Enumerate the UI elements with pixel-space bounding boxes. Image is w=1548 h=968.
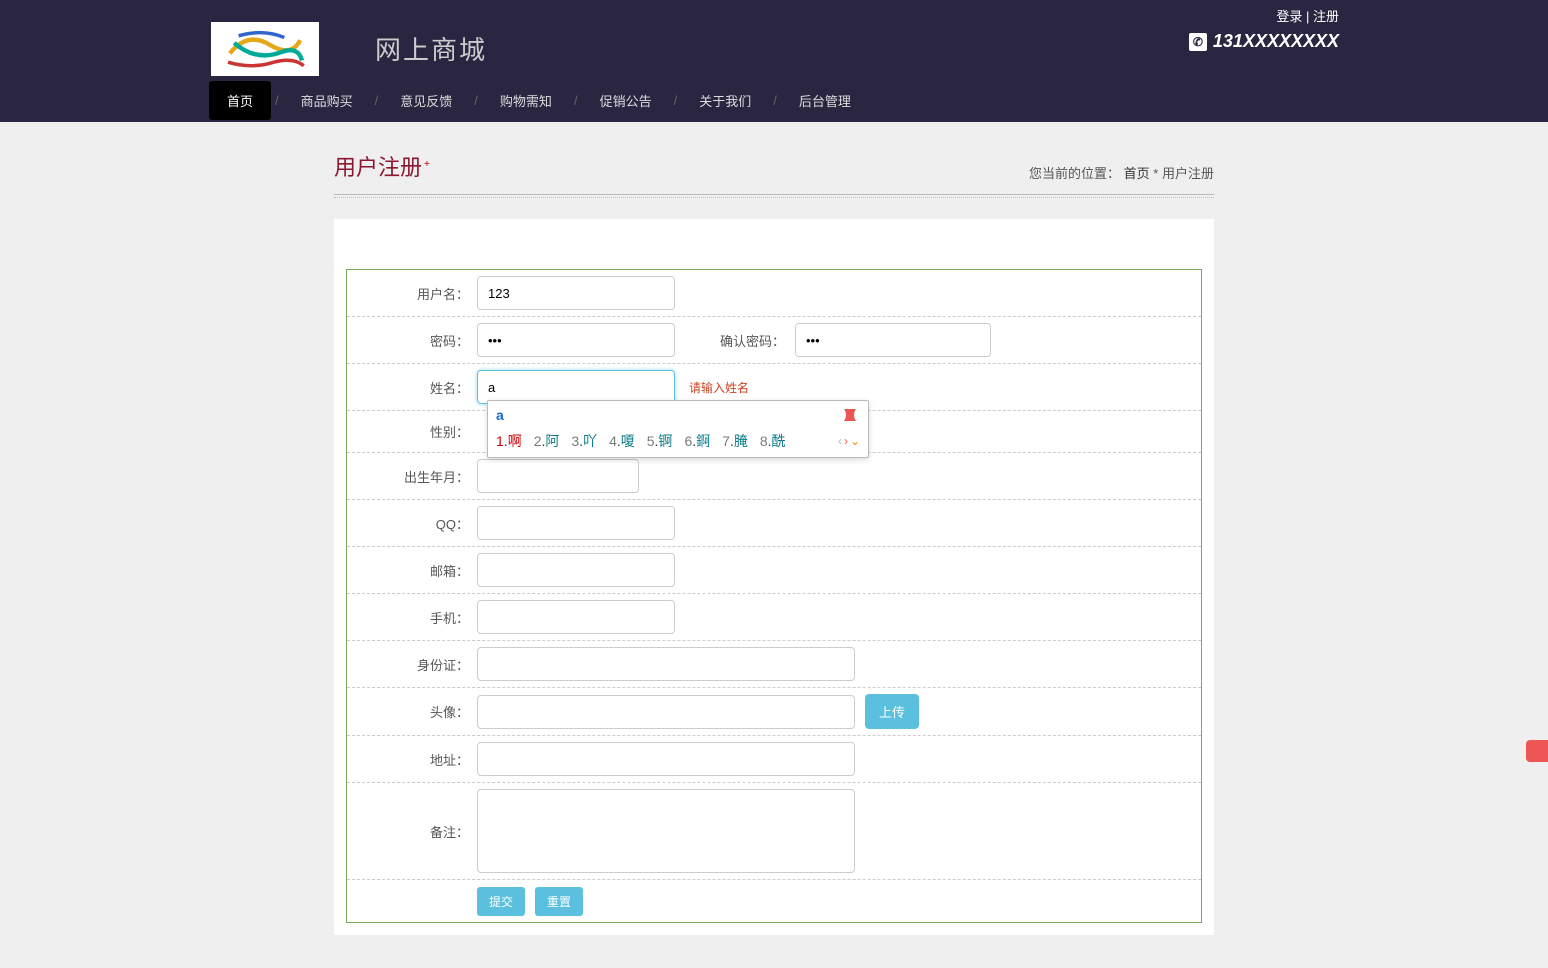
nav-home[interactable]: 首页 — [209, 81, 271, 120]
ime-popup: a 1.啊 2.阿 3.吖 4.嗄 5.锕 6.錒 7.腌 8.酰 ‹ — [487, 400, 869, 458]
address-input[interactable] — [477, 742, 855, 776]
header: 网上商城 登录 | 注册 ✆ 131XXXXXXXX 首页 / 商品购买 / 意… — [0, 0, 1548, 122]
page-title: 用户注册+ — [334, 150, 430, 182]
login-link[interactable]: 登录 — [1276, 9, 1302, 24]
phone-icon: ✆ — [1189, 33, 1207, 51]
birthday-input[interactable] — [477, 459, 639, 493]
label-address: 地址： — [347, 750, 477, 769]
label-idcard: 身份证： — [347, 655, 477, 674]
breadcrumb: 您当前的位置： 首页 * 用户注册 — [1029, 163, 1214, 182]
label-password: 密码： — [347, 331, 477, 350]
remark-textarea[interactable] — [477, 789, 855, 873]
password-input[interactable] — [477, 323, 675, 357]
page-title-row: 用户注册+ 您当前的位置： 首页 * 用户注册 — [334, 150, 1214, 195]
ime-candidate[interactable]: 7.腌 — [722, 431, 748, 451]
password-confirm-input[interactable] — [795, 323, 991, 357]
ime-next-icon[interactable]: › — [844, 434, 848, 448]
nav-promo[interactable]: 促销公告 — [582, 81, 670, 120]
label-realname: 姓名： — [347, 378, 477, 397]
email-input[interactable] — [477, 553, 675, 587]
ime-expand-icon[interactable]: ⌄ — [850, 434, 860, 448]
logo-icon — [220, 27, 310, 71]
main-nav: 首页 / 商品购买 / 意见反馈 / 购物需知 / 促销公告 / 关于我们 / … — [209, 78, 1339, 122]
upload-button[interactable]: 上传 — [865, 694, 919, 729]
label-qq: QQ： — [347, 514, 477, 533]
submit-button[interactable]: 提交 — [477, 887, 525, 916]
ime-candidate[interactable]: 3.吖 — [571, 431, 597, 451]
ime-prev-icon[interactable]: ‹ — [838, 434, 842, 448]
nav-shopinfo[interactable]: 购物需知 — [482, 81, 570, 120]
ime-candidate[interactable]: 8.酰 — [760, 431, 786, 451]
ime-nav: ‹ › ⌄ — [838, 434, 860, 448]
nav-feedback[interactable]: 意见反馈 — [382, 81, 470, 120]
register-link[interactable]: 注册 — [1313, 9, 1339, 24]
ime-candidates: 1.啊 2.阿 3.吖 4.嗄 5.锕 6.錒 7.腌 8.酰 ‹ › ⌄ — [488, 427, 868, 457]
mobile-input[interactable] — [477, 600, 675, 634]
label-birthday: 出生年月： — [347, 467, 477, 486]
label-email: 邮箱： — [347, 561, 477, 580]
avatar-input[interactable] — [477, 695, 855, 729]
idcard-input[interactable] — [477, 647, 855, 681]
ime-candidate[interactable]: 6.錒 — [684, 431, 710, 451]
nav-about[interactable]: 关于我们 — [681, 81, 769, 120]
label-username: 用户名： — [347, 284, 477, 303]
label-remark: 备注： — [347, 822, 477, 841]
logo[interactable] — [211, 22, 319, 76]
nav-admin[interactable]: 后台管理 — [781, 81, 869, 120]
ime-candidate[interactable]: 1.啊 — [496, 431, 522, 451]
site-title: 网上商城 — [375, 30, 487, 67]
realname-input[interactable] — [477, 370, 675, 404]
phone-number: 131XXXXXXXX — [1213, 31, 1339, 52]
label-mobile: 手机： — [347, 608, 477, 627]
register-form: 用户名： 密码： 确认密码： 姓名： 请输入姓名 — [346, 269, 1202, 923]
username-input[interactable] — [477, 276, 675, 310]
reset-button[interactable]: 重置 — [535, 887, 583, 916]
breadcrumb-home[interactable]: 首页 — [1124, 166, 1150, 181]
form-panel: 用户名： 密码： 确认密码： 姓名： 请输入姓名 — [334, 219, 1214, 935]
error-realname: 请输入姓名 — [689, 379, 749, 396]
breadcrumb-current: 用户注册 — [1162, 166, 1214, 181]
nav-buy[interactable]: 商品购买 — [283, 81, 371, 120]
ime-candidate[interactable]: 2.阿 — [534, 431, 560, 451]
label-gender: 性别： — [347, 422, 477, 441]
phone-line: ✆ 131XXXXXXXX — [1189, 31, 1339, 52]
auth-links: 登录 | 注册 — [1189, 6, 1339, 25]
label-password-confirm: 确认密码： — [715, 331, 785, 350]
qq-input[interactable] — [477, 506, 675, 540]
sogou-ime-icon — [840, 405, 860, 425]
side-badge-icon[interactable] — [1526, 740, 1548, 762]
ime-input: a — [496, 407, 504, 423]
label-avatar: 头像： — [347, 702, 477, 721]
ime-candidate[interactable]: 4.嗄 — [609, 431, 635, 451]
ime-candidate[interactable]: 5.锕 — [647, 431, 673, 451]
